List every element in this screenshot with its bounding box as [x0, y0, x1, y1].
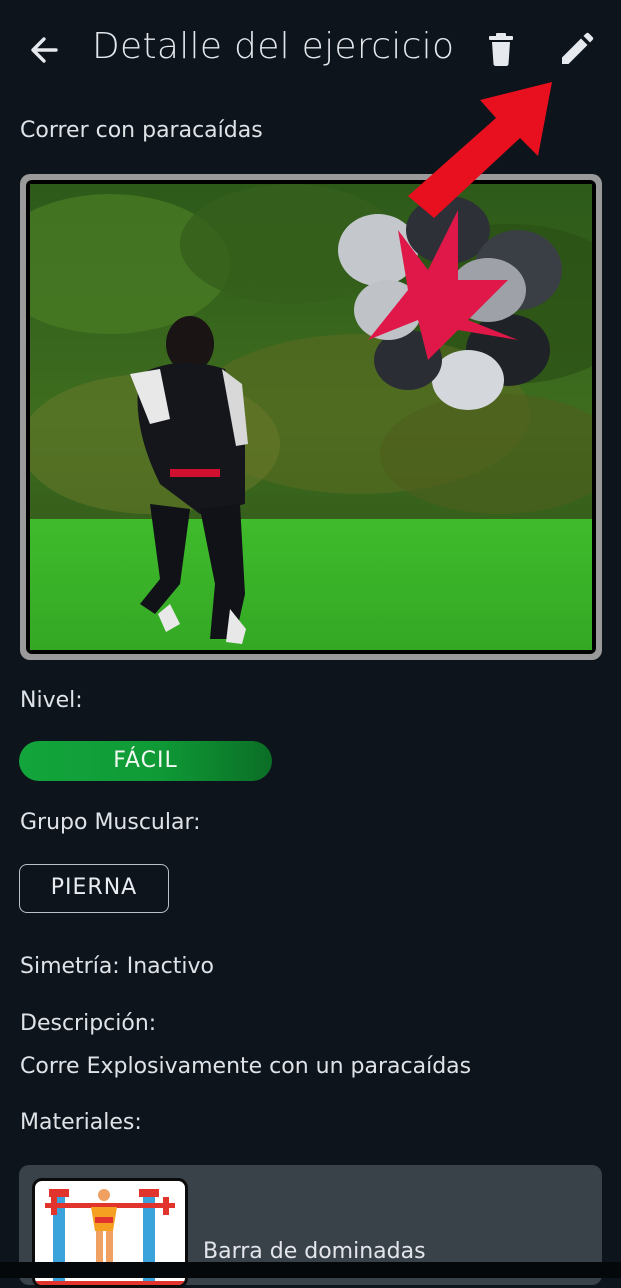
level-label: Nivel:: [20, 688, 83, 713]
muscle-group-label: Grupo Muscular:: [20, 810, 201, 835]
description-label: Descripción:: [20, 1011, 157, 1036]
edit-button[interactable]: [556, 30, 596, 70]
exercise-name: Correr con paracaídas: [20, 118, 263, 143]
trash-icon: [489, 33, 513, 66]
page-title: Detalle del ejercicio: [92, 26, 455, 67]
description-text: Corre Explosivamente con un paracaídas: [20, 1054, 472, 1079]
exercise-image: [26, 180, 596, 654]
exercise-image-frame: [20, 174, 602, 660]
bottom-edge: [0, 1262, 621, 1278]
annotation-arrow-icon: [408, 82, 552, 218]
pencil-icon: [562, 32, 594, 64]
back-button[interactable]: [26, 30, 66, 70]
materials-label: Materiales:: [20, 1110, 142, 1135]
symmetry-text: Simetría: Inactivo: [20, 954, 214, 979]
level-badge: FÁCIL: [19, 741, 272, 781]
material-name: Barra de dominadas: [203, 1239, 426, 1264]
muscle-group-chip[interactable]: PIERNA: [19, 864, 169, 913]
delete-button[interactable]: [484, 30, 518, 70]
arrow-left-icon: [31, 37, 58, 63]
parachute-running-photo: [30, 184, 592, 650]
